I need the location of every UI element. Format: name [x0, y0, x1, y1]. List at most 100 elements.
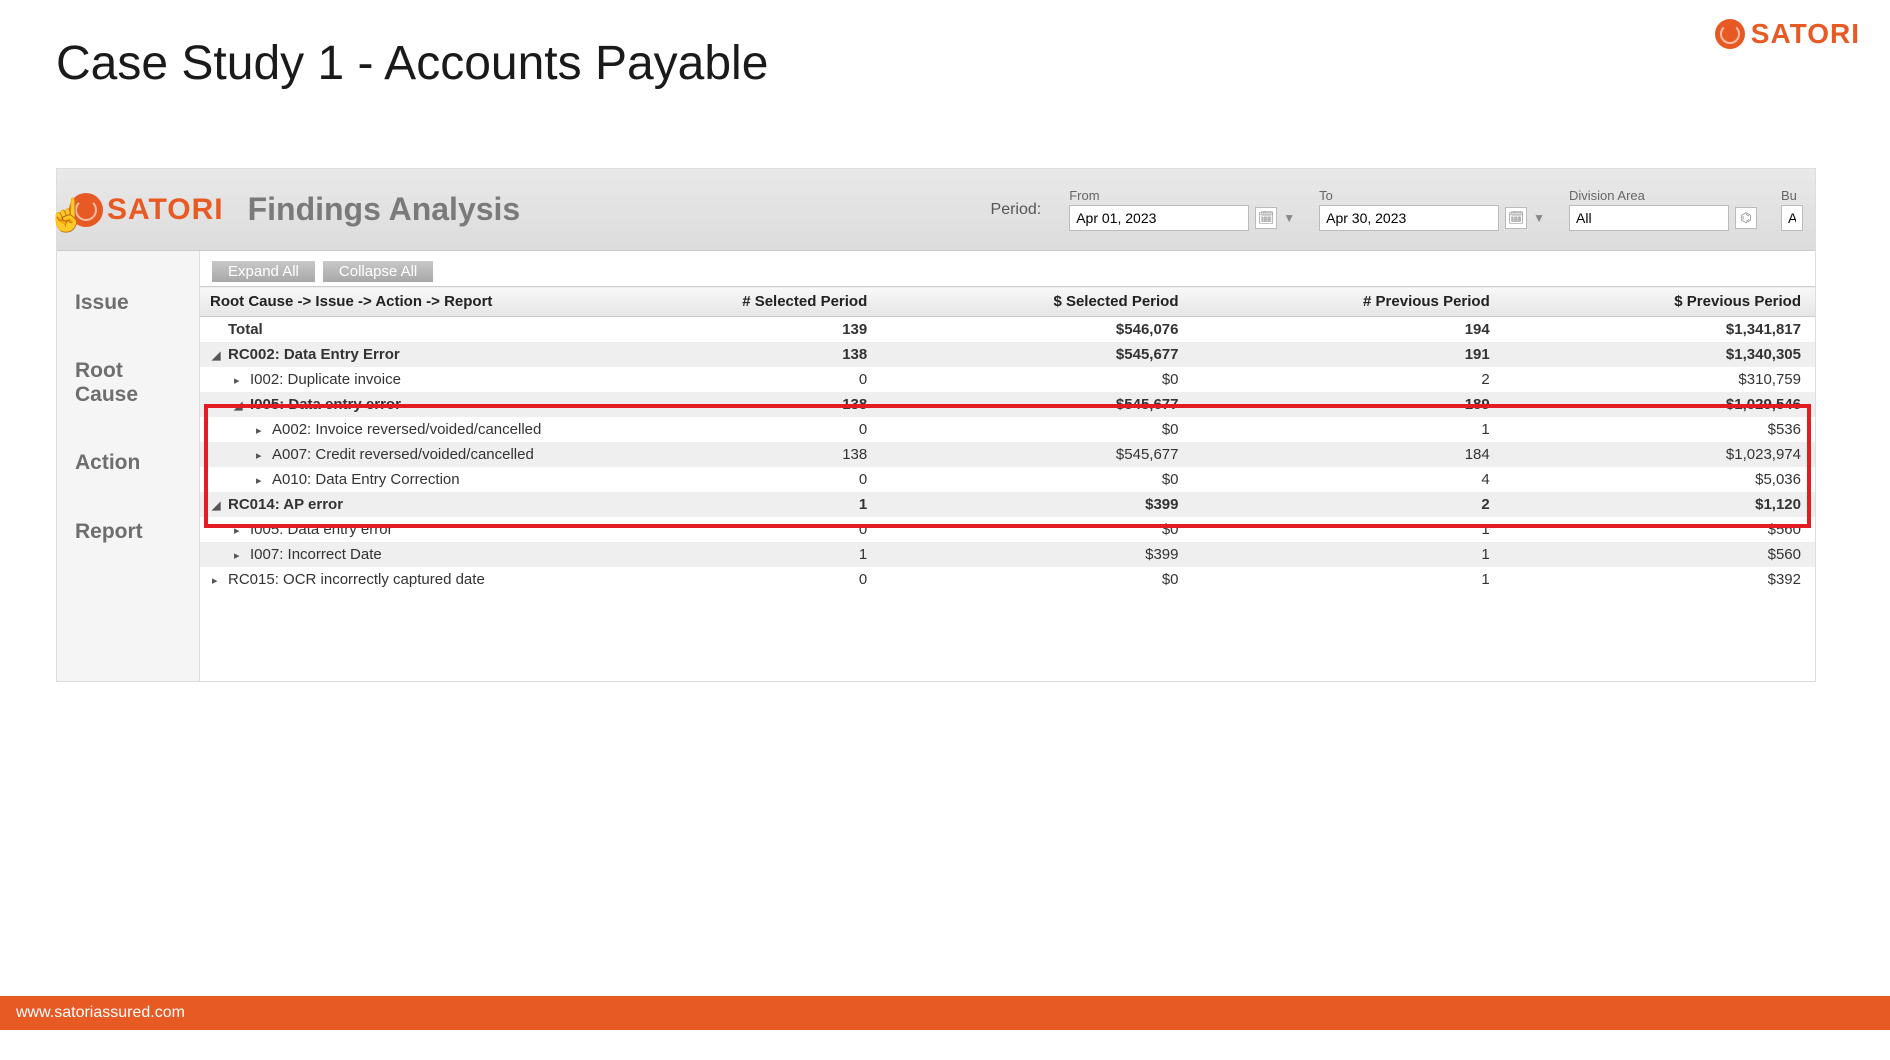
- cell-value: 0: [570, 367, 881, 392]
- cell-value: 0: [570, 417, 881, 442]
- cell-value: $399: [881, 542, 1192, 567]
- cell-value: 1: [570, 492, 881, 517]
- cell-value: 1: [1193, 417, 1504, 442]
- expand-icon[interactable]: ◢: [212, 499, 224, 512]
- calendar-icon[interactable]: 🗓: [1255, 207, 1277, 229]
- sidebar: Issue Root Cause Action Report: [57, 251, 199, 681]
- filter-division: Division Area ⌬: [1569, 188, 1757, 231]
- row-label: ▸A010: Data Entry Correction: [200, 467, 570, 492]
- row-label: Total: [200, 317, 570, 343]
- cell-value: $0: [881, 367, 1192, 392]
- cell-value: 1: [1193, 567, 1504, 592]
- col-selected-count[interactable]: # Selected Period: [570, 287, 881, 317]
- slide-title: Case Study 1 - Accounts Payable: [56, 36, 768, 91]
- brand-logo-corner: SATORI: [1715, 18, 1860, 50]
- table-row[interactable]: ▸A002: Invoice reversed/voided/cancelled…: [200, 417, 1815, 442]
- col-previous-count[interactable]: # Previous Period: [1193, 287, 1504, 317]
- cell-value: $399: [881, 492, 1192, 517]
- col-selected-amount[interactable]: $ Selected Period: [881, 287, 1192, 317]
- bu-input[interactable]: [1781, 205, 1803, 231]
- table-row[interactable]: Total139$546,076194$1,341,817: [200, 317, 1815, 343]
- brand-wordmark: SATORI: [1751, 18, 1860, 50]
- table-row[interactable]: ▸A007: Credit reversed/voided/cancelled 1…: [200, 442, 1815, 467]
- sidebar-item-action[interactable]: Action: [75, 451, 199, 475]
- cursor-hand-icon: ☝: [47, 196, 87, 234]
- cell-value: $5,036: [1504, 467, 1815, 492]
- sidebar-item-issue[interactable]: Issue: [75, 291, 199, 315]
- division-input[interactable]: [1569, 205, 1729, 231]
- cell-value: 1: [570, 542, 881, 567]
- expand-icon[interactable]: ▸: [212, 574, 224, 587]
- to-label: To: [1319, 188, 1545, 203]
- brand-wordmark: SATORI: [107, 193, 224, 227]
- footer-bar: www.satoriassured.com: [0, 996, 1890, 1030]
- cell-value: $0: [881, 567, 1192, 592]
- footer-url: www.satoriassured.com: [16, 1004, 185, 1022]
- bu-label: Bu: [1781, 188, 1803, 203]
- cell-value: $545,677: [881, 392, 1192, 417]
- cell-value: 2: [1193, 367, 1504, 392]
- cell-value: $0: [881, 417, 1192, 442]
- table-row[interactable]: ◢I005: Data entry error138$545,677189$1,…: [200, 392, 1815, 417]
- table-row[interactable]: ▸I002: Duplicate invoice0$02$310,759: [200, 367, 1815, 392]
- filter-from: From 🗓 ▼: [1069, 188, 1295, 231]
- cell-value: $546,076: [881, 317, 1192, 343]
- table-row[interactable]: ◢RC014: AP error1$3992$1,120: [200, 492, 1815, 517]
- cell-value: $1,340,305: [1504, 342, 1815, 367]
- filter-to: To 🗓 ▼: [1319, 188, 1545, 231]
- expand-icon[interactable]: ◢: [212, 349, 224, 362]
- dropdown-icon[interactable]: ▼: [1533, 211, 1545, 225]
- cell-value: $310,759: [1504, 367, 1815, 392]
- expand-all-button[interactable]: Expand All: [212, 261, 315, 282]
- cell-value: $560: [1504, 517, 1815, 542]
- collapse-all-button[interactable]: Collapse All: [323, 261, 433, 282]
- row-label: ▸I005: Data entry error: [200, 517, 570, 542]
- table-row[interactable]: ▸I007: Incorrect Date1$3991$560: [200, 542, 1815, 567]
- cell-value: $1,120: [1504, 492, 1815, 517]
- to-date-input[interactable]: [1319, 205, 1499, 231]
- cell-value: 138: [570, 392, 881, 417]
- row-label: ◢I005: Data entry error: [200, 392, 570, 417]
- from-date-input[interactable]: [1069, 205, 1249, 231]
- expand-icon[interactable]: ▸: [234, 374, 246, 387]
- row-label: ▸A002: Invoice reversed/voided/cancelled: [200, 417, 570, 442]
- cell-value: 139: [570, 317, 881, 343]
- cell-value: $1,023,974: [1504, 442, 1815, 467]
- cell-value: 1: [1193, 542, 1504, 567]
- row-label: ◢RC002: Data Entry Error: [200, 342, 570, 367]
- cell-value: $560: [1504, 542, 1815, 567]
- table-row[interactable]: ▸RC015: OCR incorrectly captured date0$0…: [200, 567, 1815, 592]
- expand-icon[interactable]: ▸: [256, 449, 268, 462]
- col-path[interactable]: Root Cause -> Issue -> Action -> Report: [200, 287, 570, 317]
- sidebar-item-root-cause[interactable]: Root Cause: [75, 359, 199, 407]
- cell-value: 191: [1193, 342, 1504, 367]
- cell-value: 138: [570, 342, 881, 367]
- row-label: ▸I007: Incorrect Date: [200, 542, 570, 567]
- expand-icon[interactable]: ◢: [234, 399, 246, 412]
- org-icon[interactable]: ⌬: [1735, 207, 1757, 229]
- table-row[interactable]: ▸I005: Data entry error0$01$560: [200, 517, 1815, 542]
- sidebar-item-report[interactable]: Report: [75, 520, 199, 544]
- dropdown-icon[interactable]: ▼: [1283, 211, 1295, 225]
- row-label: ▸A007: Credit reversed/voided/cancelled: [200, 442, 570, 467]
- cell-value: 189: [1193, 392, 1504, 417]
- cell-value: $0: [881, 517, 1192, 542]
- expand-icon[interactable]: ▸: [256, 474, 268, 487]
- cell-value: $392: [1504, 567, 1815, 592]
- calendar-icon[interactable]: 🗓: [1505, 207, 1527, 229]
- from-label: From: [1069, 188, 1295, 203]
- cell-value: $1,341,817: [1504, 317, 1815, 343]
- col-previous-amount[interactable]: $ Previous Period: [1504, 287, 1815, 317]
- cell-value: 194: [1193, 317, 1504, 343]
- cell-value: $545,677: [881, 442, 1192, 467]
- filter-bu: Bu: [1781, 188, 1803, 231]
- period-label: Period:: [991, 201, 1042, 219]
- row-label: ▸RC015: OCR incorrectly captured date: [200, 567, 570, 592]
- cell-value: 0: [570, 517, 881, 542]
- table-row[interactable]: ◢RC002: Data Entry Error138$545,677191$1…: [200, 342, 1815, 367]
- expand-icon[interactable]: ▸: [256, 424, 268, 437]
- table-row[interactable]: ▸A010: Data Entry Correction0$04$5,036: [200, 467, 1815, 492]
- expand-icon[interactable]: ▸: [234, 549, 246, 562]
- expand-icon[interactable]: ▸: [234, 524, 246, 537]
- cell-value: 184: [1193, 442, 1504, 467]
